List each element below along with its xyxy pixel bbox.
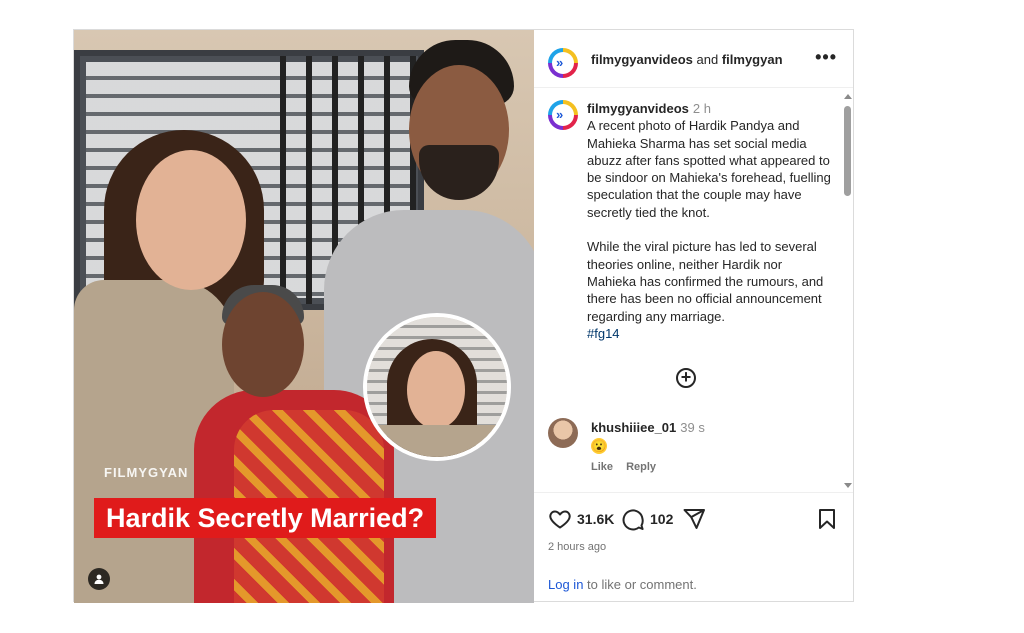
comments-scrollbar[interactable] (841, 92, 853, 490)
post-header: » filmygyanvideos and filmygyan ••• (534, 30, 853, 88)
scroll-up-arrow-icon[interactable] (844, 94, 852, 99)
woman-face (136, 150, 246, 290)
post-card: FILMYGYAN Hardik Secretly Married? » fil… (73, 29, 854, 603)
comment-emoji: 😮 (591, 438, 607, 454)
hashtag-link[interactable]: #fg14 (587, 326, 620, 341)
inset-circle-closeup (363, 313, 511, 461)
comment-count: 102 (650, 511, 674, 527)
comment-like-button[interactable]: Like (591, 461, 613, 473)
chevron-logo-icon: » (556, 55, 563, 70)
inset-body (367, 425, 507, 457)
bookmark-icon (819, 509, 835, 529)
post-image[interactable]: FILMYGYAN Hardik Secretly Married? (74, 30, 534, 603)
save-button[interactable] (815, 507, 839, 531)
commenter-avatar[interactable] (548, 418, 578, 448)
account-link-primary[interactable]: filmygyanvideos (591, 52, 693, 67)
scroll-down-arrow-icon[interactable] (844, 483, 852, 488)
share-button[interactable] (682, 507, 706, 531)
post-timestamp: 2 hours ago (548, 541, 607, 553)
account-avatar[interactable]: » (548, 48, 578, 78)
elderly-woman-face (222, 292, 304, 397)
comment-time: 39 s (680, 420, 705, 435)
caption-time: 2 h (692, 101, 711, 116)
comment-actions: Like Reply (591, 461, 666, 473)
heart-icon (549, 510, 571, 529)
inset-face (407, 351, 465, 429)
plus-circle-icon[interactable]: + (676, 368, 696, 388)
header-accounts: filmygyanvideos and filmygyan (591, 52, 783, 67)
caption-avatar[interactable]: » (548, 100, 578, 130)
login-prompt-text: to like or comment. (587, 577, 697, 592)
comment-button[interactable]: 102 (621, 507, 673, 531)
login-prompt: Log in to like or comment. (548, 577, 697, 592)
like-count: 31.6K (577, 511, 615, 527)
post-actions: 31.6K 102 2 hours ago Log in to like or … (534, 492, 853, 603)
caption-username[interactable]: filmygyanvideos (587, 101, 689, 116)
image-headline: Hardik Secretly Married? (94, 498, 437, 538)
comment-header: khushiiiee_01 39 s (591, 420, 705, 435)
caption-paragraph-2: While the viral picture has led to sever… (587, 239, 824, 324)
more-horizontal-icon[interactable]: ••• (815, 47, 837, 68)
comments-panel[interactable]: » filmygyanvideos 2 h A recent photo of H… (534, 88, 853, 492)
chevron-logo-icon: » (556, 107, 563, 122)
person-tag-icon[interactable] (88, 568, 110, 590)
like-button[interactable]: 31.6K (548, 507, 614, 531)
caption-paragraph-1: A recent photo of Hardik Pandya and Mahi… (587, 118, 831, 220)
login-link[interactable]: Log in (548, 577, 583, 592)
post-details: » filmygyanvideos and filmygyan ••• » fi… (534, 30, 853, 601)
comment-reply-button[interactable]: Reply (626, 461, 656, 473)
paper-plane-icon (683, 509, 705, 529)
comment-username[interactable]: khushiiiee_01 (591, 420, 676, 435)
account-joiner: and (696, 52, 719, 67)
comment-bubble-icon (622, 509, 644, 531)
image-watermark: FILMYGYAN (104, 465, 189, 480)
account-link-secondary[interactable]: filmygyan (722, 52, 783, 67)
scroll-thumb[interactable] (844, 106, 851, 196)
caption: filmygyanvideos 2 h A recent photo of Har… (587, 100, 832, 342)
